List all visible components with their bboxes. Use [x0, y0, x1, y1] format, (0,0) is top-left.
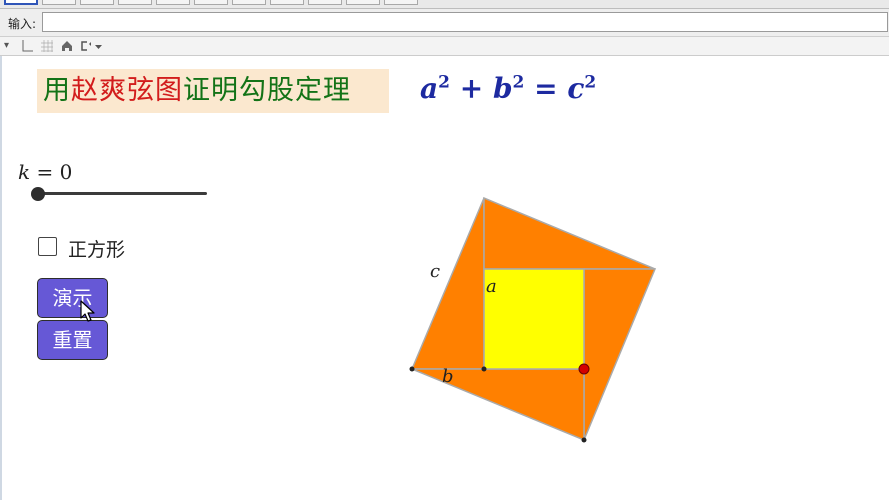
label-b: b: [442, 366, 454, 387]
outer-square-triangle-right: [583, 268, 657, 441]
vertex-point-bottom[interactable]: [581, 437, 587, 443]
outer-square-triangle-bottom: [411, 368, 585, 442]
outer-square-triangle-left: [410, 197, 485, 370]
label-a: a: [486, 276, 497, 297]
inner-square: [483, 268, 585, 370]
vertex-point-left[interactable]: [409, 366, 415, 372]
vertex-point-inner[interactable]: [481, 366, 487, 372]
label-c: c: [430, 261, 440, 282]
draggable-point[interactable]: [578, 363, 590, 375]
hypotenuse-diagram: c a b: [409, 196, 657, 443]
outer-square-triangle-top: [483, 196, 656, 270]
